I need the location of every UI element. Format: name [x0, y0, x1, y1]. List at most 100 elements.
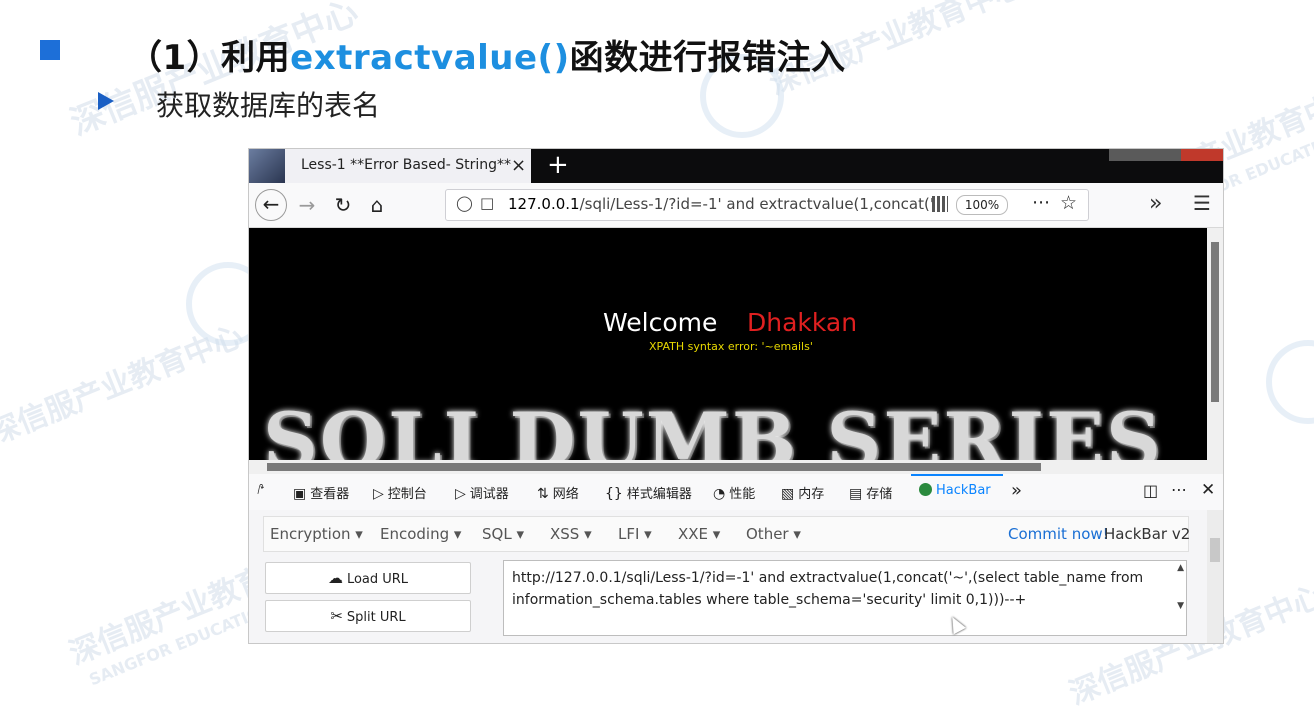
arrow-bullet-icon: [98, 92, 114, 110]
dock-icon[interactable]: ◫: [1143, 481, 1158, 500]
tab-label: 调试器: [469, 487, 509, 502]
new-tab-button[interactable]: +: [547, 150, 569, 180]
button-label: Split URL: [346, 610, 406, 625]
inspector-icon: ▣: [293, 486, 307, 502]
bookmark-star-icon[interactable]: ☆: [1060, 192, 1077, 214]
tab-style-editor[interactable]: {} 样式编辑器: [605, 483, 692, 502]
tab-label: 性能: [729, 487, 756, 502]
hackbar-icon: [919, 483, 932, 496]
slide-subtitle: 获取数据库的表名: [156, 89, 381, 122]
panel-scrollbar[interactable]: [1207, 510, 1223, 643]
url-textarea[interactable]: http://127.0.0.1/sqli/Less-1/?id=-1' and…: [503, 560, 1187, 636]
hackbar-menu: Encryption ▾ Encoding ▾ SQL ▾ XSS ▾ LFI …: [263, 516, 1191, 552]
commit-now-link[interactable]: Commit now!: [1008, 525, 1109, 543]
sqli-banner-logo: SQLI DUMB SERIES: [263, 396, 1163, 460]
devtools-toolbar: ⭚ ▣ 查看器 ▷ 控制台 ▷ 调试器 ⇅ 网络 {} 样式编辑器 ◔ 性能 ▧ 内存 ▤ 存储…: [249, 474, 1223, 511]
horizontal-scrollbar[interactable]: [249, 460, 1223, 474]
split-url-button[interactable]: ✂ Split URL: [265, 600, 471, 632]
title-bullet-icon: [40, 40, 60, 60]
tab-network[interactable]: ⇅ 网络: [537, 483, 579, 502]
reload-icon[interactable]: ↻: [329, 191, 357, 219]
menu-encoding[interactable]: Encoding ▾: [380, 525, 461, 543]
tab-label: 样式编辑器: [626, 487, 692, 502]
tab-memory[interactable]: ▧ 内存: [781, 483, 824, 502]
overflow-chevron-icon[interactable]: »: [1149, 191, 1162, 216]
home-icon[interactable]: ⌂: [363, 191, 391, 219]
menu-lfi[interactable]: LFI ▾: [618, 525, 652, 543]
hackbar-version: HackBar v2: [1104, 525, 1191, 543]
window-icon: [249, 149, 285, 183]
load-url-button[interactable]: ☁ Load URL: [265, 562, 471, 594]
forward-arrow-icon[interactable]: →: [293, 191, 321, 219]
close-devtools-icon[interactable]: ✕: [1201, 480, 1215, 500]
menu-encryption[interactable]: Encryption ▾: [270, 525, 363, 543]
slide-title: （1）利用extractvalue()函数进行报错注入: [128, 30, 846, 79]
minimize-button[interactable]: [1109, 149, 1145, 161]
tab-performance[interactable]: ◔ 性能: [713, 483, 755, 502]
tab-inspector[interactable]: ▣ 查看器: [293, 483, 349, 502]
watermark-logo: [1266, 340, 1314, 424]
element-picker-icon[interactable]: ⭚: [257, 483, 265, 498]
tab-title: Less-1 **Error Based- String**: [301, 157, 511, 173]
scroll-thumb[interactable]: [1210, 538, 1220, 562]
performance-icon: ◔: [713, 486, 726, 502]
network-icon: ⇅: [537, 486, 549, 502]
debugger-icon: ▷: [455, 486, 466, 502]
hackbar-panel: Encryption ▾ Encoding ▾ SQL ▾ XSS ▾ LFI …: [249, 510, 1223, 643]
page-viewport: Welcome Dhakkan XPATH syntax error: '~em…: [249, 228, 1207, 460]
url-textarea-value[interactable]: http://127.0.0.1/sqli/Less-1/?id=-1' and…: [512, 567, 1162, 611]
console-icon: ▷: [373, 486, 384, 502]
browser-tab[interactable]: Less-1 **Error Based- String** ×: [285, 149, 531, 183]
shield-icon[interactable]: ◯: [456, 194, 473, 212]
tab-hackbar[interactable]: HackBar: [919, 483, 991, 498]
devtools-more-icon[interactable]: ⋯: [1171, 480, 1187, 499]
tab-label: 查看器: [310, 487, 350, 502]
devtools-overflow-icon[interactable]: »: [1011, 480, 1022, 501]
tab-label: 网络: [552, 487, 579, 502]
tab-label: 控制台: [387, 487, 427, 502]
scroll-thumb[interactable]: [267, 463, 1041, 471]
cloud-download-icon: ☁: [327, 569, 343, 587]
menu-xss[interactable]: XSS ▾: [550, 525, 592, 543]
style-editor-icon: {}: [605, 486, 623, 502]
tab-label: HackBar: [936, 483, 991, 498]
address-text[interactable]: 127.0.0.1/sqli/Less-1/?id=-1' and extrac…: [508, 195, 938, 213]
scissors-icon: ✂: [330, 607, 343, 625]
more-actions-icon[interactable]: ⋯: [1032, 192, 1050, 213]
welcome-text: Welcome: [603, 308, 718, 337]
storage-icon: ▤: [849, 486, 863, 502]
scroll-thumb[interactable]: [1211, 242, 1219, 402]
username-text: Dhakkan: [747, 308, 858, 337]
tab-label: 存储: [866, 487, 893, 502]
page-icon[interactable]: □: [480, 194, 494, 212]
tab-storage[interactable]: ▤ 存储: [849, 483, 892, 502]
tab-debugger[interactable]: ▷ 调试器: [455, 483, 509, 502]
zoom-badge[interactable]: 100%: [956, 195, 1008, 215]
title-suffix: 函数进行报错注入: [569, 38, 846, 78]
hamburger-menu-icon[interactable]: ☰: [1193, 191, 1211, 215]
title-accent: extractvalue(): [290, 38, 570, 78]
menu-xxe[interactable]: XXE ▾: [678, 525, 720, 543]
scroll-up-icon[interactable]: ▲: [1177, 563, 1184, 573]
address-bar[interactable]: ◯ □ 127.0.0.1/sqli/Less-1/?id=-1' and ex…: [445, 189, 1089, 221]
tab-label: 内存: [798, 487, 825, 502]
title-prefix: （1）利用: [128, 38, 291, 78]
url-path: /sqli/Less-1/?id=-1' and extractvalue(1,…: [579, 195, 938, 213]
menu-other[interactable]: Other ▾: [746, 525, 801, 543]
tab-console[interactable]: ▷ 控制台: [373, 483, 427, 502]
maximize-button[interactable]: [1145, 149, 1181, 161]
browser-window: Less-1 **Error Based- String** × + ← → ↻…: [248, 148, 1224, 644]
url-host: 127.0.0.1: [508, 195, 580, 213]
tab-bar: Less-1 **Error Based- String** × +: [249, 149, 1223, 183]
memory-icon: ▧: [781, 486, 795, 502]
close-window-button[interactable]: [1181, 149, 1223, 161]
active-tab-indicator: [911, 474, 1003, 476]
menu-sql[interactable]: SQL ▾: [482, 525, 524, 543]
vertical-scrollbar[interactable]: [1207, 228, 1223, 460]
scroll-down-icon[interactable]: ▼: [1177, 601, 1184, 611]
back-arrow-icon[interactable]: ←: [255, 189, 287, 221]
qr-code-icon[interactable]: [932, 196, 948, 212]
nav-bar: ← → ↻ ⌂ ◯ □ 127.0.0.1/sqli/Less-1/?id=-1…: [249, 183, 1223, 228]
button-label: Load URL: [346, 572, 409, 587]
close-tab-icon[interactable]: ×: [511, 155, 526, 176]
